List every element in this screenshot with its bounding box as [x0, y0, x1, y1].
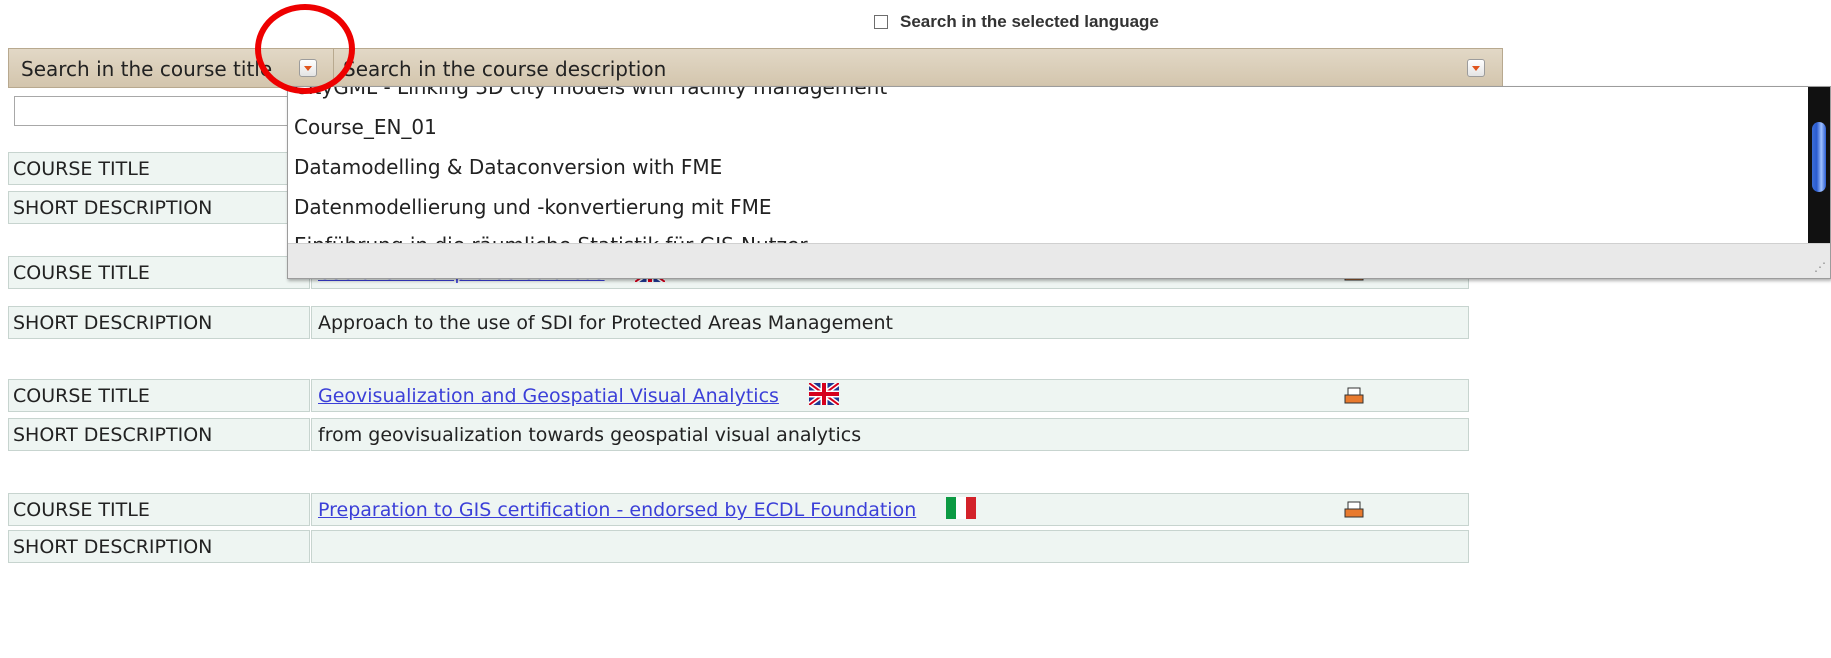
course-title-label: COURSE TITLE — [8, 379, 310, 412]
course-title-dropdown-list: CityGML - Linking 3D city models with fa… — [287, 86, 1831, 279]
short-description-label: SHORT DESCRIPTION — [8, 306, 310, 339]
print-icon[interactable] — [1344, 501, 1364, 519]
table-row: SHORT DESCRIPTION from geovisualization … — [8, 418, 1470, 451]
course-title-link[interactable]: Preparation to GIS certification - endor… — [318, 499, 916, 521]
dropdown-option[interactable]: Datenmodellierung und -konvertierung mit… — [294, 195, 772, 219]
italy-flag-icon — [946, 496, 977, 519]
short-description-cell: from geovisualization towards geospatial… — [311, 418, 1469, 451]
search-header-bar: Search in the course title Search in the… — [8, 48, 1503, 88]
print-icon[interactable] — [1344, 387, 1364, 405]
course-title-cell: Preparation to GIS certification - endor… — [311, 493, 1469, 526]
course-title-label: COURSE TITLE — [8, 256, 310, 289]
course-title-label: COURSE TITLE — [8, 152, 310, 185]
table-row: COURSE TITLE Preparation to GIS certific… — [8, 493, 1470, 526]
search-selected-language-option[interactable]: Search in the selected language — [874, 12, 1159, 32]
selected-language-label: Search in the selected language — [900, 12, 1159, 31]
selected-language-checkbox[interactable] — [874, 15, 888, 29]
course-title-search-label: Search in the course title — [21, 57, 273, 81]
short-description-cell — [311, 530, 1469, 563]
course-title-label: COURSE TITLE — [8, 493, 310, 526]
course-title-search-input[interactable] — [14, 96, 314, 126]
short-description-cell: Approach to the use of SDI for Protected… — [311, 306, 1469, 339]
dropdown-scrollbar[interactable] — [1808, 87, 1830, 245]
dropdown-footer: ⋰ — [288, 243, 1830, 278]
scrollbar-thumb[interactable] — [1812, 122, 1826, 192]
table-row: COURSE TITLE Geovisualization and Geospa… — [8, 379, 1470, 412]
course-title-cell: Geovisualization and Geospatial Visual A… — [311, 379, 1469, 412]
dropdown-option[interactable]: Datamodelling & Dataconversion with FME — [294, 155, 722, 179]
table-row: SHORT DESCRIPTION — [8, 530, 1470, 563]
course-description-search-label: Search in the course description — [343, 57, 667, 81]
short-description-label: SHORT DESCRIPTION — [8, 530, 310, 563]
table-row: SHORT DESCRIPTION Approach to the use of… — [8, 306, 1470, 339]
highlight-circle — [255, 4, 355, 94]
course-description-dropdown-button[interactable] — [1467, 59, 1485, 77]
dropdown-option[interactable]: Course_EN_01 — [294, 115, 437, 139]
dropdown-option[interactable]: CityGML - Linking 3D city models with fa… — [294, 87, 887, 99]
resize-grip-icon[interactable]: ⋰ — [1814, 260, 1826, 274]
course-title-link[interactable]: Geovisualization and Geospatial Visual A… — [318, 385, 779, 407]
short-description-label: SHORT DESCRIPTION — [8, 418, 310, 451]
uk-flag-icon — [808, 382, 839, 405]
short-description-label: SHORT DESCRIPTION — [8, 191, 310, 224]
